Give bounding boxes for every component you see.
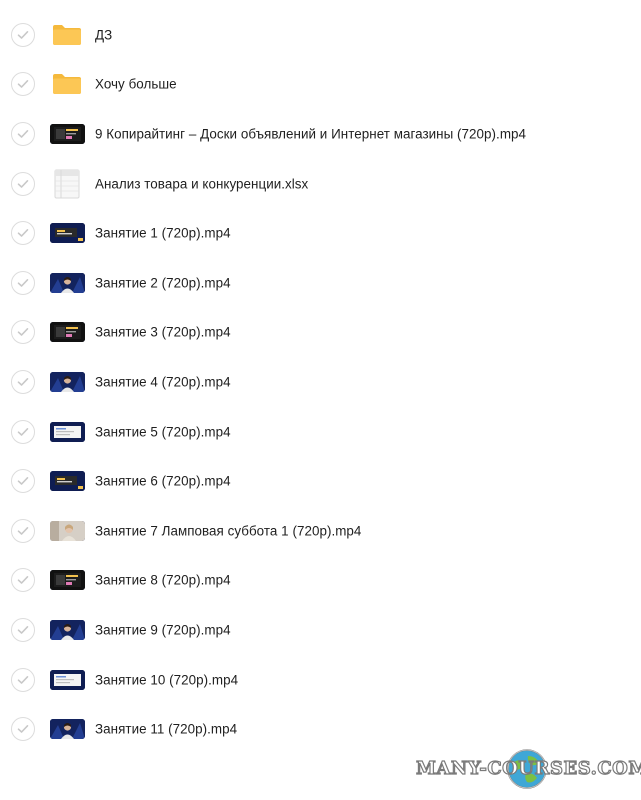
video-thumbnail-icon: [50, 421, 85, 442]
file-row[interactable]: Занятие 5 (720p).mp4: [0, 407, 641, 457]
file-row[interactable]: Занятие 6 (720p).mp4: [0, 456, 641, 506]
video-thumbnail-icon: [50, 322, 85, 343]
file-row[interactable]: Занятие 1 (720p).mp4: [0, 208, 641, 258]
video-thumbnail-icon: [50, 223, 85, 244]
file-row[interactable]: Занятие 10 (720p).mp4: [0, 655, 641, 705]
check-circle-icon[interactable]: [11, 667, 35, 692]
file-row[interactable]: ДЗ: [0, 10, 641, 60]
folder-icon: [52, 24, 82, 46]
video-thumbnail-icon: [50, 123, 85, 144]
check-circle-icon[interactable]: [11, 72, 35, 97]
video-thumbnail-icon: [50, 619, 85, 640]
file-name: 9 Копирайтинг – Доски объявлений и Интер…: [95, 126, 527, 142]
file-row[interactable]: Занятие 8 (720p).mp4: [0, 556, 641, 606]
file-name: Занятие 11 (720p).mp4: [95, 721, 238, 737]
file-row[interactable]: Занятие 3 (720p).mp4: [0, 308, 641, 358]
file-name: Занятие 7 Ламповая суббота 1 (720p).mp4: [95, 523, 362, 539]
file-row[interactable]: Анализ товара и конкуренции.xlsx: [0, 159, 641, 209]
file-row[interactable]: Занятие 7 Ламповая суббота 1 (720p).mp4: [0, 506, 641, 556]
file-name: ДЗ: [95, 27, 113, 43]
check-circle-icon[interactable]: [11, 419, 35, 444]
check-circle-icon[interactable]: [11, 221, 35, 246]
check-circle-icon[interactable]: [11, 518, 35, 543]
check-circle-icon[interactable]: [11, 270, 35, 295]
file-name: Занятие 3 (720p).mp4: [95, 324, 231, 340]
check-circle-icon[interactable]: [11, 171, 35, 196]
spreadsheet-icon: [52, 169, 82, 199]
file-name: Занятие 2 (720p).mp4: [95, 275, 231, 291]
check-circle-icon[interactable]: [11, 568, 35, 593]
file-name: Занятие 8 (720p).mp4: [95, 572, 231, 588]
video-thumbnail-icon: [50, 272, 85, 293]
video-thumbnail-icon: [50, 471, 85, 492]
video-thumbnail-icon: [50, 570, 85, 591]
file-name: Занятие 9 (720p).mp4: [95, 622, 231, 638]
video-thumbnail-icon: [50, 520, 85, 541]
file-row[interactable]: Занятие 4 (720p).mp4: [0, 357, 641, 407]
file-row[interactable]: 9 Копирайтинг – Доски объявлений и Интер…: [0, 109, 641, 159]
folder-icon: [52, 73, 82, 95]
video-thumbnail-icon: [50, 719, 85, 740]
check-circle-icon[interactable]: [11, 469, 35, 494]
file-list: ДЗ Хочу больше 9 Копирайтинг – Доски объяв…: [0, 10, 641, 754]
file-name: Хочу больше: [95, 76, 177, 92]
file-name: Занятие 10 (720p).mp4: [95, 672, 239, 688]
check-circle-icon[interactable]: [11, 617, 35, 642]
file-row[interactable]: Занятие 11 (720p).mp4: [0, 704, 641, 754]
check-circle-icon[interactable]: [11, 320, 35, 345]
check-circle-icon[interactable]: [11, 22, 35, 47]
video-thumbnail-icon: [50, 669, 85, 690]
file-name: Занятие 1 (720p).mp4: [95, 225, 231, 241]
file-row[interactable]: Занятие 2 (720p).mp4: [0, 258, 641, 308]
watermark: MANY-COURSES.COM: [415, 748, 641, 790]
file-row[interactable]: Хочу больше: [0, 60, 641, 110]
watermark-text: MANY-COURSES.COM: [415, 757, 641, 779]
file-name: Занятие 5 (720p).mp4: [95, 424, 231, 440]
check-circle-icon[interactable]: [11, 121, 35, 146]
video-thumbnail-icon: [50, 371, 85, 392]
check-circle-icon[interactable]: [11, 369, 35, 394]
file-name: Анализ товара и конкуренции.xlsx: [95, 176, 309, 192]
check-circle-icon[interactable]: [11, 717, 35, 742]
file-name: Занятие 6 (720p).mp4: [95, 473, 231, 489]
file-row[interactable]: Занятие 9 (720p).mp4: [0, 605, 641, 655]
file-name: Занятие 4 (720p).mp4: [95, 374, 231, 390]
